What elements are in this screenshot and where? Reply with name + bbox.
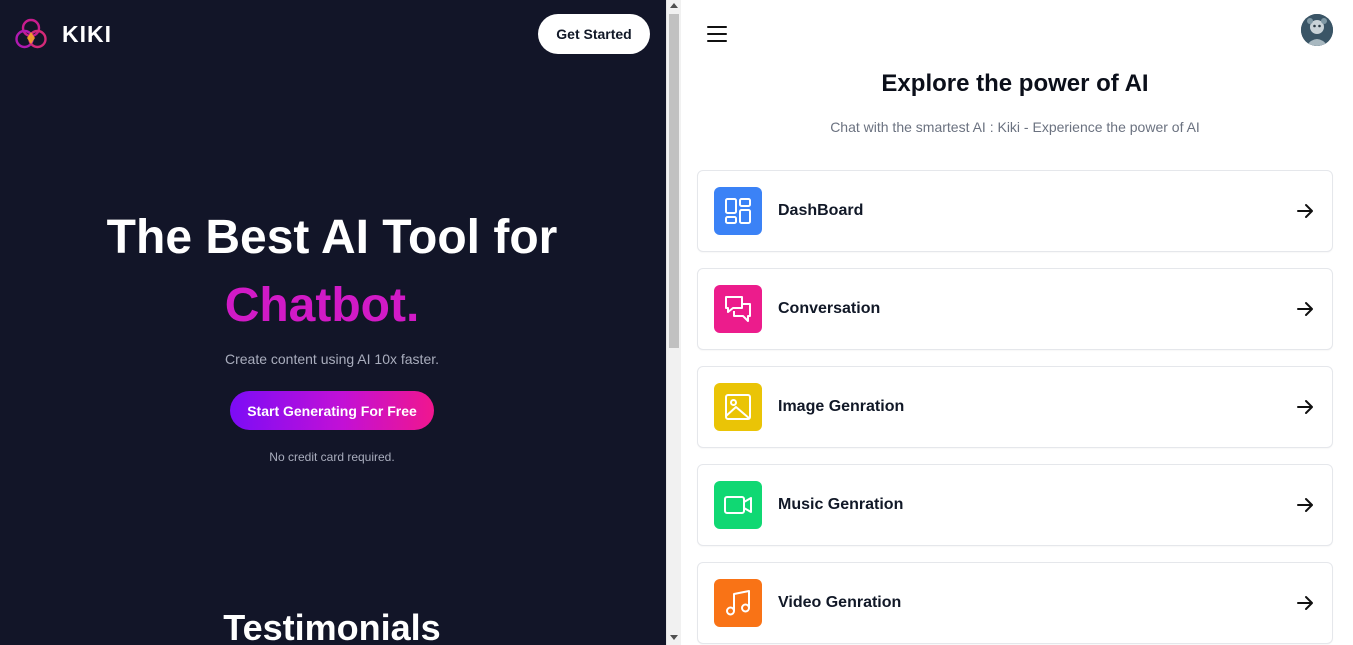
scroll-thumb[interactable] [669,14,679,348]
arrow-right-icon [1297,498,1313,512]
scroll-down-arrow-icon[interactable] [670,635,678,640]
testimonials-heading: Testimonials [223,607,441,645]
scroll-up-arrow-icon[interactable] [670,3,678,8]
start-generating-button[interactable]: Start Generating For Free [230,391,434,430]
brand-name: KIKI [62,20,112,47]
hero-subtitle: Create content using AI 10x faster. [224,351,440,367]
avatar-image [1301,14,1333,46]
dashboard-page: Explore the power of AI Chat with the sm… [681,0,1353,645]
arrow-right-icon [1297,204,1313,218]
tool-card-dashboard[interactable]: DashBoard [697,170,1333,252]
get-started-button[interactable]: Get Started [538,14,650,54]
tool-label: DashBoard [778,202,864,219]
music-note-icon [714,579,762,627]
cta-note: No credit card required. [269,450,395,464]
tool-card-video-generation[interactable]: Video Genration [697,562,1333,644]
tool-label: Music Genration [778,496,904,513]
arrow-right-icon [1297,302,1313,316]
user-avatar[interactable] [1301,14,1333,46]
brand[interactable]: KIKI [14,17,112,51]
hero-highlight: Chatbot. [224,279,420,332]
hero-title: The Best AI Tool for [106,211,558,264]
video-camera-icon [714,481,762,529]
page-title: Explore the power of AI [881,70,1149,97]
dashboard-icon [714,187,762,235]
tool-label: Video Genration [778,594,902,611]
arrow-right-icon [1297,400,1313,414]
tool-card-conversation[interactable]: Conversation [697,268,1333,350]
kiki-logo-icon [15,18,47,49]
tool-label: Conversation [778,300,881,317]
left-pane-scrollbar[interactable] [666,0,681,645]
tool-list: DashBoard Conversation Image Genration M… [697,170,1333,645]
arrow-right-icon [1297,596,1313,610]
landing-page: KIKI Get Started The Best AI Tool for Ch… [0,0,666,645]
tool-card-image-generation[interactable]: Image Genration [697,366,1333,448]
tool-label: Image Genration [778,398,905,415]
tool-card-music-generation[interactable]: Music Genration [697,464,1333,546]
page-subtitle: Chat with the smartest AI : Kiki - Exper… [830,119,1200,135]
image-icon [714,383,762,431]
hamburger-menu-icon[interactable] [707,26,727,42]
chat-bubbles-icon [714,285,762,333]
